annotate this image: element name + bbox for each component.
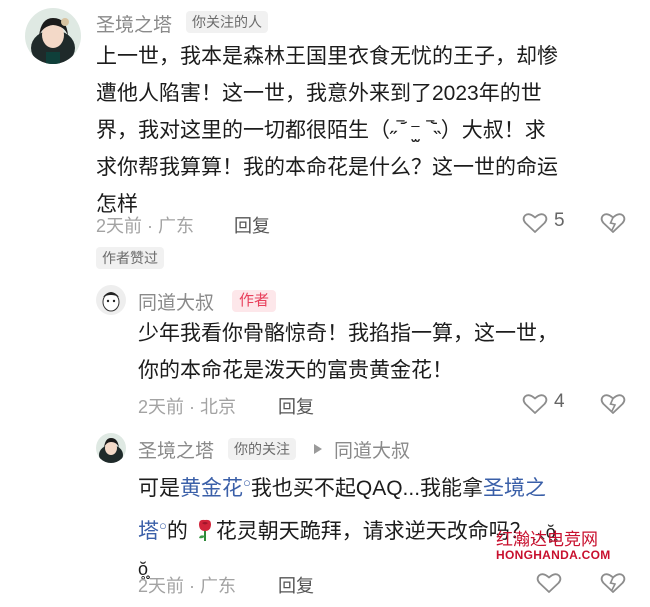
reply-to-username[interactable]: 同道大叔 — [334, 436, 410, 463]
reply-arrow-icon — [313, 442, 323, 460]
relation-badge: 你的关注 — [228, 438, 296, 460]
like-button[interactable]: 4 — [522, 391, 582, 417]
watermark-url: HONGHANDA.COM — [496, 548, 611, 562]
text-segment: 可是 — [138, 477, 180, 500]
username[interactable]: 圣境之塔 — [96, 10, 172, 37]
heart-icon — [522, 211, 548, 240]
dislike-icon[interactable] — [600, 211, 626, 240]
keyword-link[interactable]: 黄金花 — [180, 477, 243, 500]
timestamp-location: 2天前 · 广东 — [96, 216, 195, 236]
dislike-icon[interactable] — [600, 571, 626, 600]
heart-icon — [522, 392, 548, 421]
comment-text: 少年我看你骨骼惊奇！我掐指一算，这一世， 你的本命花是泼天的富贵黄金花！ — [138, 315, 618, 389]
timestamp-location: 2天前 · 北京 — [138, 397, 237, 417]
author-badge: 作者 — [232, 290, 277, 312]
relation-badge: 你关注的人 — [186, 11, 268, 33]
like-count: 4 — [554, 391, 565, 412]
comment-line: 少年我看你骨骼惊奇！我掐指一算，这一世， — [138, 322, 558, 345]
avatar[interactable] — [96, 433, 126, 463]
username[interactable]: 同道大叔 — [138, 288, 214, 315]
heart-icon — [536, 571, 562, 600]
comment-line: 界，我对这里的一切都很陌生（˶‾᷄ ⁻̫ ‾᷅˵）大叔！求 — [96, 119, 546, 142]
keyword-link[interactable]: 塔 — [138, 520, 159, 543]
dislike-icon[interactable] — [600, 392, 626, 421]
search-icon: ○ — [243, 475, 251, 490]
reply-button[interactable]: 回复 — [278, 393, 314, 419]
reply-button[interactable]: 回复 — [234, 212, 270, 238]
search-icon: ○ — [159, 518, 167, 533]
text-segment: 我也买不起QAQ...我能拿 — [250, 477, 484, 500]
reply-button[interactable]: 回复 — [278, 572, 314, 598]
like-button[interactable] — [536, 570, 566, 596]
comment-line: 你的本命花是泼天的富贵黄金花！ — [138, 359, 453, 382]
like-button[interactable]: 5 — [522, 210, 582, 236]
watermark-text: 红瀚达电竞网 — [496, 530, 598, 550]
avatar[interactable] — [96, 285, 126, 315]
comment-line: 求你帮我算算！我的本命花是什么？这一世的命运 — [96, 156, 558, 179]
username[interactable]: 圣境之塔 — [138, 436, 214, 463]
text-segment: 的 — [166, 520, 188, 543]
comment-line: 上一世，我本是森林王国里衣食无忧的王子，却惨 — [96, 45, 558, 68]
comment-line: 遭他人陷害！这一世，我意外来到了2023年的世 — [96, 82, 542, 105]
timestamp-location: 2天前 · 广东 — [138, 576, 237, 596]
rose-emoji-icon — [194, 517, 216, 541]
comment-text: 上一世，我本是森林王国里衣食无忧的王子，却惨 遭他人陷害！这一世，我意外来到了2… — [96, 38, 626, 223]
text-segment: 花灵朝天跪拜，请求逆天改命吗？ — [215, 520, 531, 543]
comment-line: 可是黄金花○我也买不起QAQ...我能拿圣境之 — [138, 464, 618, 507]
avatar[interactable] — [25, 8, 81, 64]
author-liked-badge: 作者赞过 — [96, 247, 164, 269]
like-count: 5 — [554, 210, 565, 231]
keyword-link[interactable]: 圣境之 — [483, 477, 546, 500]
